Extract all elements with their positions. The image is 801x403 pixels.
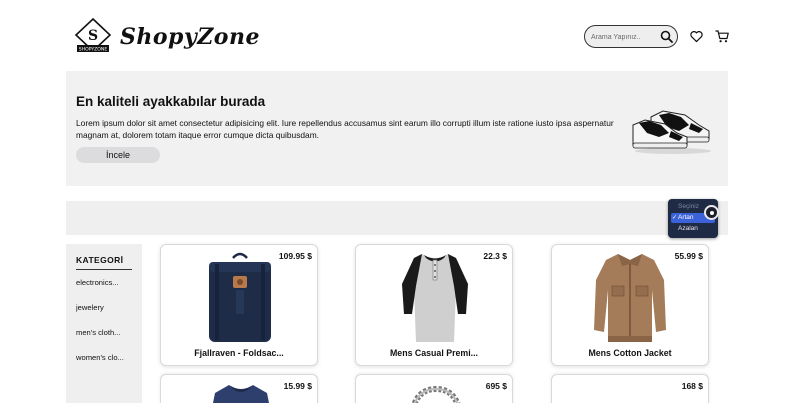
product-price: 22.3 $ [483, 251, 507, 261]
jacket-image [594, 254, 666, 342]
cursor-icon [704, 205, 719, 220]
product-price: 55.99 $ [674, 251, 703, 261]
hero-banner: En kaliteli ayakkabılar burada Lorem ips… [66, 71, 728, 186]
product-card[interactable]: 15.99 $ [160, 374, 318, 403]
hero-title: En kaliteli ayakkabılar burada [76, 94, 266, 109]
check-icon: ✓ [672, 215, 678, 221]
inspect-button[interactable]: İncele [76, 147, 160, 163]
hero-description: Lorem ipsum dolor sit amet consectetur a… [76, 118, 614, 140]
svg-text:S: S [88, 28, 98, 44]
search-input[interactable] [591, 30, 657, 44]
category-title: KATEGORİ [76, 255, 124, 265]
product-price: 15.99 $ [283, 381, 312, 391]
product-card[interactable]: 695 $ [355, 374, 513, 403]
product-card[interactable]: 22.3 $ Mens Casual Premi... [355, 244, 513, 366]
sort-option-descending[interactable]: Azalan [671, 224, 715, 234]
product-title: Fjallraven - Foldsac... [194, 348, 284, 358]
heart-icon[interactable] [690, 30, 703, 43]
bracelet-image [411, 385, 461, 403]
site-header: S SHOPYZONE ShopyZone [0, 0, 801, 72]
divider [76, 269, 132, 270]
product-card[interactable]: 55.99 $ Mens Cotton Jacket [551, 244, 709, 366]
sidebar-item-electronics[interactable]: electronics... [76, 278, 138, 287]
sidebar-item-womens-clothing[interactable]: women's clo... [76, 353, 138, 362]
cart-icon[interactable] [715, 30, 729, 43]
search-box[interactable] [584, 25, 678, 48]
product-price: 109.95 $ [278, 251, 312, 261]
product-title: Mens Casual Premi... [389, 348, 478, 358]
product-price: 168 $ [681, 381, 703, 391]
product-price: 695 $ [485, 381, 507, 391]
sneaker-image [632, 110, 711, 154]
backpack-image [209, 252, 271, 342]
sort-option-ascending-label: Artan [678, 214, 694, 221]
sweater-image [213, 385, 269, 403]
logo-mark[interactable]: S SHOPYZONE [74, 18, 112, 54]
search-icon[interactable] [660, 30, 673, 43]
product-card[interactable]: 109.95 $ Fjallraven - Foldsac... [160, 244, 318, 366]
tshirt-image [402, 254, 468, 342]
sidebar-item-mens-clothing[interactable]: men's cloth... [76, 328, 138, 337]
product-title: Mens Cotton Jacket [588, 348, 672, 358]
category-sidebar: KATEGORİ electronics... jewelery men's c… [66, 244, 142, 403]
brand-name[interactable]: ShopyZone [120, 24, 260, 50]
sidebar-item-jewelery[interactable]: jewelery [76, 303, 138, 312]
product-card[interactable]: 168 $ [551, 374, 709, 403]
svg-text:SHOPYZONE: SHOPYZONE [79, 47, 108, 53]
sort-bar [66, 201, 728, 235]
